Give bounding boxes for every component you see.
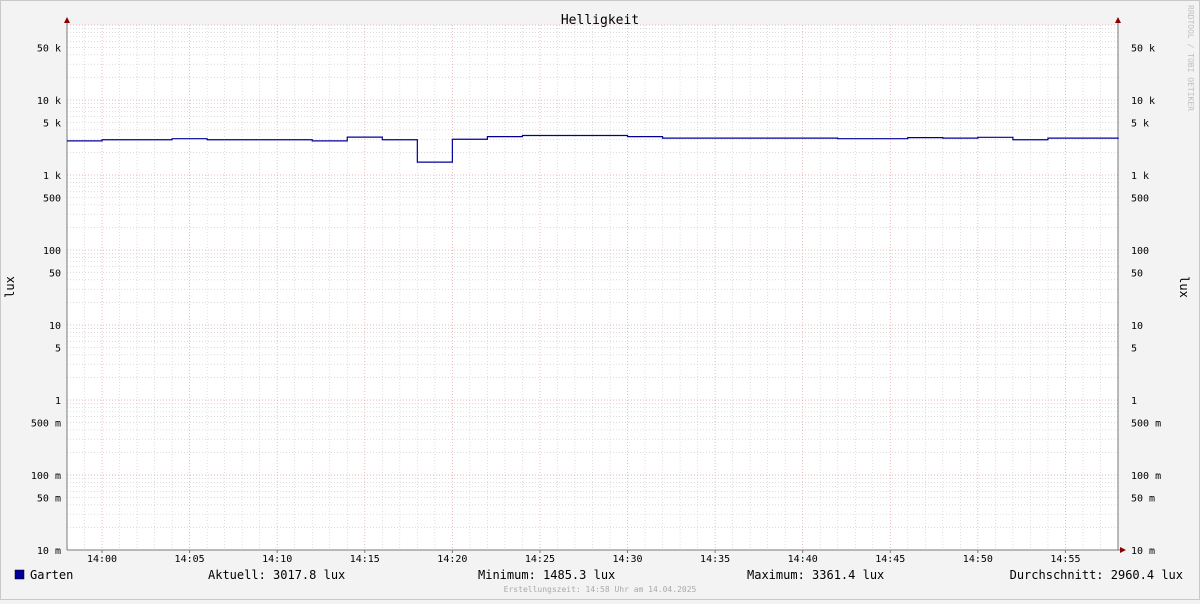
y-tick-label-right: 1 k bbox=[1131, 171, 1149, 182]
legend-minimum: Minimum: 1485.3 lux bbox=[478, 568, 615, 582]
y-tick-label-left: 100 m bbox=[31, 471, 61, 482]
x-tick-label: 14:15 bbox=[350, 554, 380, 565]
x-tick-label: 14:50 bbox=[963, 554, 993, 565]
y-tick-label-right: 5 k bbox=[1131, 119, 1149, 130]
y-axis-label-left: lux bbox=[3, 276, 17, 298]
x-tick-label: 14:45 bbox=[875, 554, 905, 565]
y-tick-label-right: 500 bbox=[1131, 194, 1149, 205]
x-tick-label: 14:00 bbox=[87, 554, 117, 565]
y-tick-label-left: 1 k bbox=[43, 171, 61, 182]
y-tick-label-left: 50 k bbox=[37, 44, 61, 55]
legend-aktuell: Aktuell: 3017.8 lux bbox=[208, 568, 345, 582]
legend-swatch bbox=[14, 569, 25, 580]
y-tick-label-left: 50 m bbox=[37, 494, 61, 505]
x-tick-label: 14:55 bbox=[1050, 554, 1080, 565]
y-tick-label-right: 50 m bbox=[1131, 494, 1155, 505]
y-axis-label-right: lux bbox=[1177, 276, 1191, 298]
y-tick-label-right: 10 m bbox=[1131, 546, 1155, 557]
y-tick-label-right: 10 bbox=[1131, 321, 1143, 332]
x-axis-arrow bbox=[1120, 547, 1126, 553]
footer-timestamp: Erstellungszeit: 14:58 Uhr am 14.04.2025 bbox=[504, 585, 697, 594]
y-tick-label-left: 10 bbox=[49, 321, 61, 332]
y-axis-arrow-right bbox=[1115, 17, 1121, 23]
y-tick-label-left: 100 bbox=[43, 246, 61, 257]
legend-durchschnitt: Durchschnitt: 2960.4 lux bbox=[1010, 568, 1183, 582]
y-tick-label-left: 50 bbox=[49, 269, 61, 280]
x-tick-label: 14:35 bbox=[700, 554, 730, 565]
x-tick-label: 14:10 bbox=[262, 554, 292, 565]
x-tick-label: 14:40 bbox=[788, 554, 818, 565]
y-tick-label-right: 50 k bbox=[1131, 44, 1155, 55]
y-tick-label-left: 5 bbox=[55, 344, 61, 355]
y-tick-label-right: 100 bbox=[1131, 246, 1149, 257]
y-tick-label-right: 1 bbox=[1131, 396, 1137, 407]
x-tick-label: 14:25 bbox=[525, 554, 555, 565]
y-tick-label-right: 100 m bbox=[1131, 471, 1161, 482]
y-tick-label-left: 10 k bbox=[37, 96, 61, 107]
y-tick-label-left: 500 m bbox=[31, 419, 61, 430]
y-tick-label-right: 500 m bbox=[1131, 419, 1161, 430]
x-tick-label: 14:05 bbox=[175, 554, 205, 565]
chart-svg: 14:00 14:05 14:10 14:15 14:20 14:25 14:30 14:35… bbox=[3, 5, 1195, 594]
y-tick-label-left: 10 m bbox=[37, 546, 61, 557]
y-axis-arrow-left bbox=[64, 17, 70, 23]
y-tick-label-right: 10 k bbox=[1131, 96, 1155, 107]
y-tick-label-left: 5 k bbox=[43, 119, 61, 130]
y-tick-label-right: 5 bbox=[1131, 344, 1137, 355]
legend-maximum: Maximum: 3361.4 lux bbox=[747, 568, 884, 582]
y-tick-label-left: 500 bbox=[43, 194, 61, 205]
legend-series-name: Garten bbox=[30, 568, 73, 582]
y-tick-label-right: 50 bbox=[1131, 269, 1143, 280]
y-tick-label-left: 1 bbox=[55, 396, 61, 407]
watermark: RRDTOOL / TOBI OETIKER bbox=[1186, 5, 1195, 111]
x-tick-label: 14:30 bbox=[612, 554, 642, 565]
x-tick-label: 14:20 bbox=[437, 554, 467, 565]
chart-title: Helligkeit bbox=[561, 13, 639, 28]
chart-root: 14:00 14:05 14:10 14:15 14:20 14:25 14:30 14:35… bbox=[0, 0, 1200, 600]
